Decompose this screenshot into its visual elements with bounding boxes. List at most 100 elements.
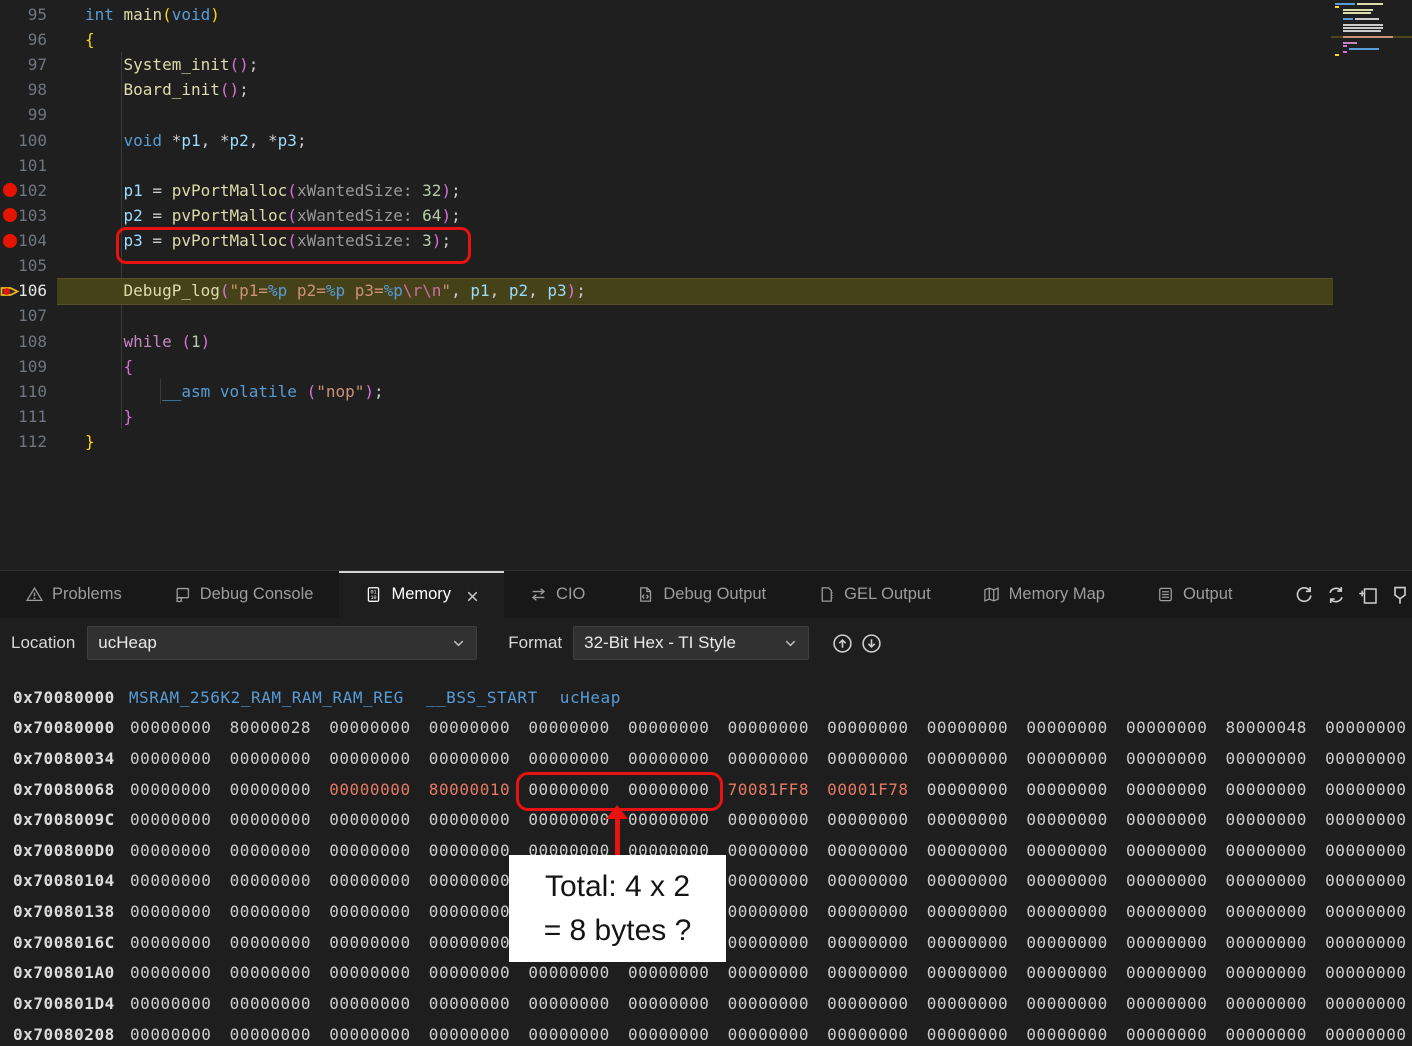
tab-debug-output[interactable]: Debug Output xyxy=(611,571,792,618)
memory-cell: 00000000 xyxy=(1325,841,1412,860)
memory-cell: 00000000 xyxy=(429,810,529,829)
memory-cell: 00000000 xyxy=(230,1025,330,1044)
memory-cell: 00000000 xyxy=(1026,841,1126,860)
tab-output[interactable]: Output xyxy=(1131,571,1259,618)
minimap-line xyxy=(1355,18,1379,20)
memory-cell: 00000000 xyxy=(528,963,628,982)
output-log-icon xyxy=(1157,586,1174,603)
line-number: 103 xyxy=(0,203,47,228)
code-line: 112} xyxy=(0,429,1412,454)
code-line: 109 { xyxy=(0,354,1412,379)
code-text: { xyxy=(85,27,95,52)
code-editor: 95int main(void)96{97 System_init();98 B… xyxy=(0,0,1412,570)
warning-icon xyxy=(26,586,43,603)
memory-cell: 00000000 xyxy=(1126,933,1226,952)
memory-cell: 00000000 xyxy=(1226,902,1326,921)
memory-cell: 00000000 xyxy=(1026,810,1126,829)
memory-cell: 00000000 xyxy=(329,718,429,737)
add-memory-view-icon[interactable] xyxy=(1358,585,1378,605)
line-number: 96 xyxy=(0,27,47,52)
memory-chip-icon: 0110 xyxy=(365,586,382,603)
code-text: } xyxy=(85,404,133,429)
file-code-icon xyxy=(637,586,654,603)
line-number: 109 xyxy=(0,354,47,379)
minimap-line xyxy=(1343,36,1393,38)
code-line: 100 void *p1, *p2, *p3; xyxy=(0,128,1412,153)
memory-address: 0x7008009C xyxy=(13,810,130,829)
code-line: 110 __asm volatile ("nop"); xyxy=(0,379,1412,404)
memory-cell: 00000000 xyxy=(1026,933,1126,952)
minimap[interactable] xyxy=(1331,0,1412,60)
memory-cell: 00000000 xyxy=(130,718,230,737)
memory-header-address: 0x70080000 xyxy=(13,688,115,707)
tab-cio[interactable]: CIO xyxy=(504,571,611,618)
memory-cell: 00000000 xyxy=(130,994,230,1013)
memory-cell: 00000000 xyxy=(130,933,230,952)
memory-cell: 00000000 xyxy=(1226,1025,1326,1044)
memory-cell: 00000000 xyxy=(927,841,1027,860)
memory-cell: 00000000 xyxy=(1325,963,1412,982)
memory-cell: 00000000 xyxy=(130,902,230,921)
memory-cell: 00000000 xyxy=(728,841,828,860)
tab-memory[interactable]: 0110Memory xyxy=(339,571,504,618)
memory-cell: 00000000 xyxy=(927,810,1027,829)
tab-gel-output[interactable]: GEL Output xyxy=(792,571,957,618)
memory-cell: 00000000 xyxy=(130,841,230,860)
memory-cell: 00000000 xyxy=(1325,933,1412,952)
memory-symbol-label: ucHeap xyxy=(560,688,621,707)
memory-cell: 00000000 xyxy=(1026,963,1126,982)
pin-panel-icon[interactable] xyxy=(1390,585,1410,605)
memory-cell: 00000000 xyxy=(1126,780,1226,799)
tab-problems[interactable]: Problems xyxy=(0,571,148,618)
line-number: 107 xyxy=(0,303,47,328)
memory-cell: 00000000 xyxy=(329,933,429,952)
memory-cell: 00000000 xyxy=(827,871,927,890)
scroll-down-icon[interactable] xyxy=(861,633,882,654)
tab-label: Debug Console xyxy=(200,585,314,604)
memory-cell: 00000000 xyxy=(927,902,1027,921)
memory-cell: 00000000 xyxy=(1226,963,1326,982)
code-text: System_init(); xyxy=(85,52,258,77)
code-text: DebugP_log("p1=%p p2=%p p3=%p\r\n", p1, … xyxy=(85,278,586,303)
line-number: 102 xyxy=(0,178,47,203)
memory-symbol-label: MSRAM_256K2_RAM_RAM_RAM_REG xyxy=(129,688,404,707)
memory-cell: 00000000 xyxy=(1325,718,1412,737)
memory-cell: 00000000 xyxy=(927,871,1027,890)
line-number: 104 xyxy=(0,228,47,253)
chevron-down-icon xyxy=(451,636,466,651)
location-input[interactable]: ucHeap xyxy=(87,626,477,660)
memory-cell: 00000000 xyxy=(1226,994,1326,1013)
memory-cell: 00000000 xyxy=(1325,749,1412,768)
code-line: 101 xyxy=(0,153,1412,178)
sync-icon[interactable] xyxy=(1326,585,1346,605)
scroll-up-icon[interactable] xyxy=(832,633,853,654)
close-icon[interactable] xyxy=(464,588,478,602)
memory-cell: 00001F78 xyxy=(827,780,927,799)
location-value: ucHeap xyxy=(98,633,157,653)
line-number: 105 xyxy=(0,253,47,278)
minimap-line xyxy=(1335,3,1355,5)
memory-cell: 00000000 xyxy=(1026,902,1126,921)
memory-cell: 00000000 xyxy=(429,994,529,1013)
memory-cell: 00000000 xyxy=(230,994,330,1013)
memory-cell: 00000000 xyxy=(827,902,927,921)
format-select[interactable]: 32-Bit Hex - TI Style xyxy=(573,626,809,660)
memory-cell: 00000000 xyxy=(827,718,927,737)
code-line: 111 } xyxy=(0,404,1412,429)
tab-memory-map[interactable]: Memory Map xyxy=(957,571,1131,618)
memory-cell: 00000000 xyxy=(927,933,1027,952)
memory-cell: 00000000 xyxy=(230,780,330,799)
memory-cell: 00000000 xyxy=(827,994,927,1013)
tab-debug-console[interactable]: Debug Console xyxy=(148,571,340,618)
line-number: 111 xyxy=(0,404,47,429)
memory-address: 0x70080104 xyxy=(13,871,130,890)
refresh-icon[interactable] xyxy=(1294,585,1314,605)
memory-cell: 00000000 xyxy=(1126,1025,1226,1044)
code-text: void *p1, *p2, *p3; xyxy=(85,128,307,153)
minimap-line xyxy=(1343,12,1371,14)
line-number: 99 xyxy=(0,102,47,127)
memory-cell: 00000000 xyxy=(1325,810,1412,829)
line-number: 110 xyxy=(0,379,47,404)
memory-cell: 00000000 xyxy=(329,902,429,921)
memory-cell: 00000000 xyxy=(230,749,330,768)
